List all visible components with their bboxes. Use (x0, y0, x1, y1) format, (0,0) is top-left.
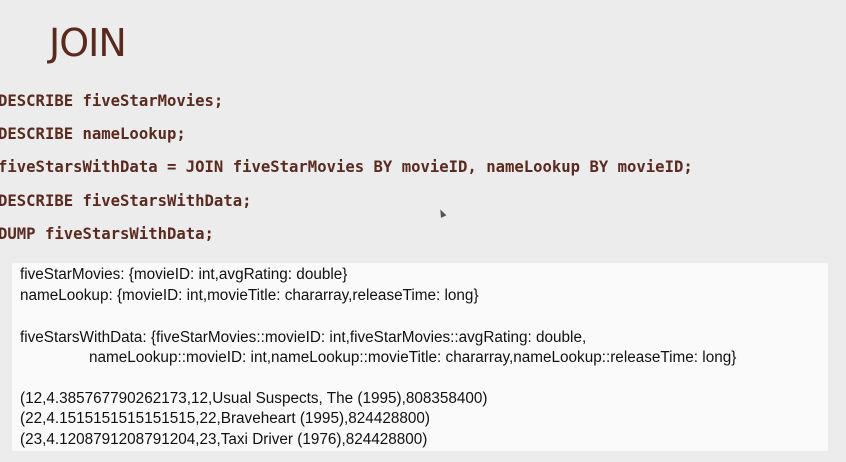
output-describe-name-lookup: nameLookup: {movieID: int,movieTitle: ch… (20, 287, 479, 304)
slide-title: JOIN (49, 21, 127, 65)
output-describe-joined-line-1: fiveStarsWithData: {fiveStarMovies::movi… (20, 329, 587, 346)
output-describe-joined-line-2: nameLookup::movieID: int,nameLookup::mov… (89, 349, 737, 366)
code-line-join-statement: fiveStarsWithData = JOIN fiveStarMovies … (0, 158, 693, 177)
output-describe-five-star-movies: fiveStarMovies: {movieID: int,avgRating:… (20, 266, 348, 283)
output-panel: fiveStarMovies: {movieID: int,avgRating:… (12, 263, 828, 451)
pig-script-code-block: DESCRIBE fiveStarMovies; DESCRIBE nameLo… (0, 88, 846, 254)
output-dump-row: (12,4.385767790262173,12,Usual Suspects,… (20, 390, 488, 407)
output-dump-row: (23,4.1208791208791204,23,Taxi Driver (1… (20, 431, 428, 448)
code-line-dump-five-stars-with-data: DUMP fiveStarsWithData; (0, 224, 214, 243)
code-line-describe-five-stars-with-data: DESCRIBE fiveStarsWithData; (0, 191, 252, 210)
output-dump-row: (22,4.1515151515151515,22,Braveheart (19… (20, 410, 430, 427)
code-line-describe-five-star-movies: DESCRIBE fiveStarMovies; (0, 92, 224, 110)
code-line-describe-name-lookup: DESCRIBE nameLookup; (0, 125, 186, 144)
